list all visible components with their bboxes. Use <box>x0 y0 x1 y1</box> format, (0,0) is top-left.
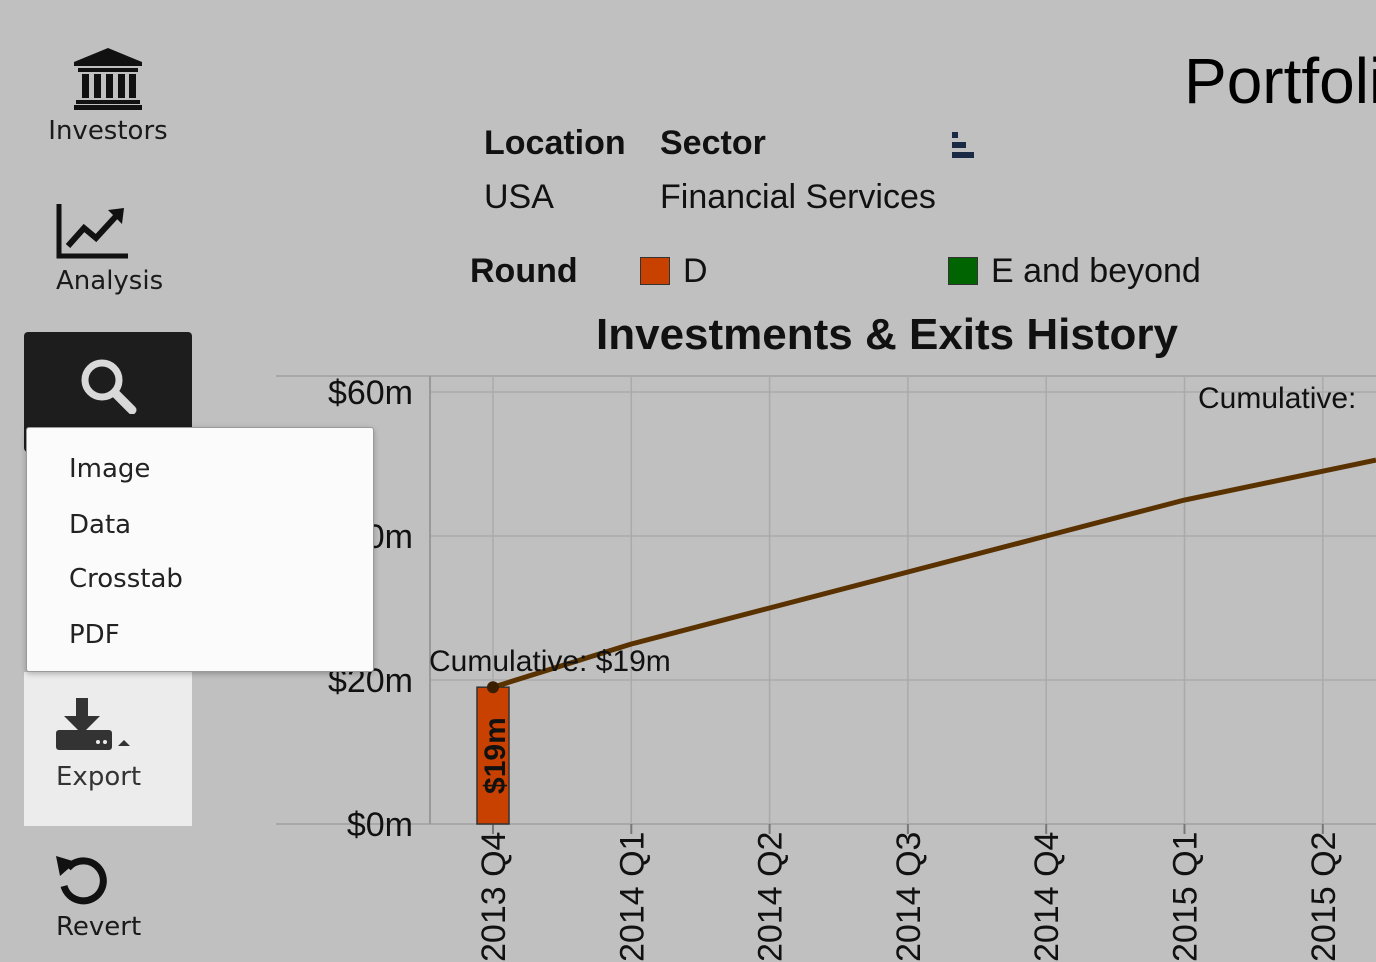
x-tick-label: 2014 Q1 <box>613 832 651 962</box>
y-tick-label: $60m <box>328 374 413 412</box>
export-menu-item-data[interactable]: Data <box>69 510 131 540</box>
bar-data-label: $19m <box>479 717 512 794</box>
export-menu-item-image[interactable]: Image <box>69 454 150 484</box>
export-dropdown-menu: Image Data Crosstab PDF <box>26 427 374 672</box>
x-tick-label: 2015 Q1 <box>1167 832 1205 962</box>
cumulative-annotation: Cumulative: $19m <box>429 645 671 678</box>
x-tick-label: 2014 Q4 <box>1028 832 1066 962</box>
export-menu-item-pdf[interactable]: PDF <box>69 620 120 650</box>
x-tick-label: 2015 Q2 <box>1305 832 1343 962</box>
cumulative-annotation: Cumulative: <box>1198 382 1356 415</box>
x-tick-label: 2014 Q3 <box>890 832 928 962</box>
x-tick-label: 2014 Q2 <box>752 832 790 962</box>
x-tick-label: 2013 Q4 <box>475 832 513 962</box>
export-menu-item-crosstab[interactable]: Crosstab <box>69 564 183 594</box>
cumulative-point <box>487 681 499 694</box>
y-tick-label: $0m <box>347 806 413 844</box>
